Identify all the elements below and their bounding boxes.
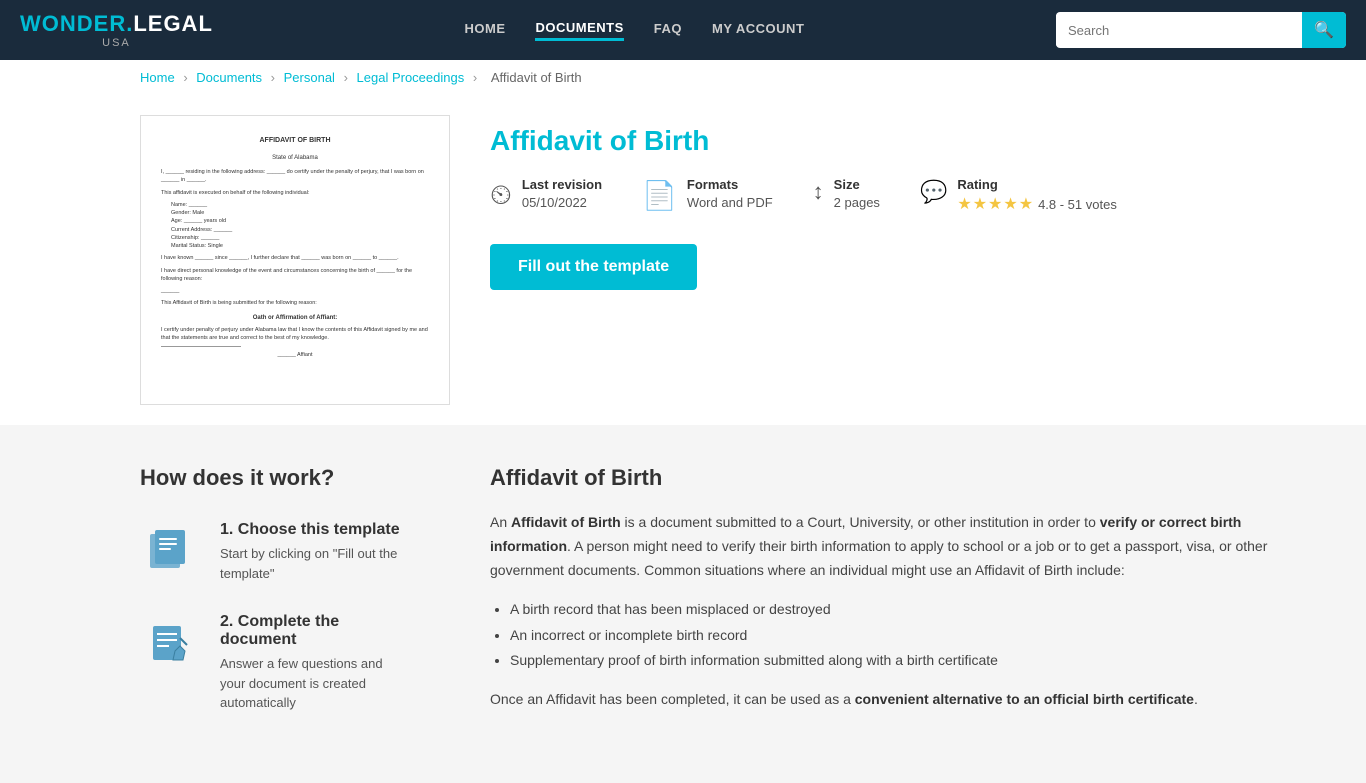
rating-value: 4.8 - 51 votes — [1038, 197, 1117, 212]
logo[interactable]: WONDER.LEGAL USA — [20, 11, 213, 49]
star-2: ★ — [973, 194, 987, 214]
header: WONDER.LEGAL USA HOME DOCUMENTS FAQ MY A… — [0, 0, 1366, 60]
doc-preview-title: AFFIDAVIT OF BIRTH — [161, 136, 429, 146]
star-3: ★ — [988, 194, 1002, 214]
step-2-desc: Answer a few questions and your document… — [220, 654, 410, 713]
search-button[interactable]: 🔍 — [1302, 12, 1346, 48]
meta-size-value: 2 pages — [834, 195, 880, 210]
product-info: Affidavit of Birth ⏲ Last revision 05/10… — [490, 115, 1226, 405]
how-it-works-title: How does it work? — [140, 465, 410, 491]
logo-wonder: WONDER. — [20, 11, 133, 36]
nav-documents[interactable]: DOCUMENTS — [535, 20, 623, 41]
meta-size: ↕ Size 2 pages — [813, 177, 880, 210]
product-section: AFFIDAVIT OF BIRTH State of Alabama I, _… — [0, 95, 1366, 425]
breadcrumb-personal[interactable]: Personal — [284, 70, 335, 85]
logo-text: WONDER.LEGAL — [20, 11, 213, 37]
nav-home[interactable]: HOME — [464, 21, 505, 39]
rating-icon: 💬 — [920, 179, 947, 205]
star-5: ★ — [1019, 194, 1033, 214]
star-1: ★ — [957, 194, 971, 214]
bullet-3: Supplementary proof of birth information… — [510, 648, 1306, 673]
step-2-content: 2. Complete the document Answer a few qu… — [220, 613, 410, 713]
breadcrumb-documents[interactable]: Documents — [196, 70, 262, 85]
bullet-list: A birth record that has been misplaced o… — [510, 597, 1306, 673]
breadcrumb-sep2: › — [271, 70, 275, 85]
fill-template-button[interactable]: Fill out the template — [490, 244, 697, 290]
search-bar: 🔍 — [1056, 12, 1346, 48]
bullet-2: An incorrect or incomplete birth record — [510, 623, 1306, 648]
meta-size-label: Size — [834, 177, 880, 192]
breadcrumb-legal-proceedings[interactable]: Legal Proceedings — [357, 70, 465, 85]
step-1-content: 1. Choose this template Start by clickin… — [220, 521, 410, 583]
nav-faq[interactable]: FAQ — [654, 21, 682, 39]
meta-formats-value: Word and PDF — [687, 195, 773, 210]
bottom-section: How does it work? 1. Choose this templat… — [0, 425, 1366, 783]
meta-formats: 📄 Formats Word and PDF — [642, 177, 773, 212]
step-2-title: 2. Complete the document — [220, 613, 410, 649]
clock-icon: ⏲ — [490, 179, 512, 212]
step-1-icon — [140, 521, 200, 581]
step-1: 1. Choose this template Start by clickin… — [140, 521, 410, 583]
meta-rating-label: Rating — [957, 177, 1117, 192]
alternative-bold: convenient alternative to an official bi… — [855, 691, 1194, 707]
resize-icon: ↕ — [813, 179, 824, 205]
product-title: Affidavit of Birth — [490, 125, 1226, 157]
bullet-1: A birth record that has been misplaced o… — [510, 597, 1306, 622]
description-intro: An Affidavit of Birth is a document subm… — [490, 511, 1306, 582]
meta-row: ⏲ Last revision 05/10/2022 📄 Formats Wor… — [490, 177, 1226, 214]
document-preview: AFFIDAVIT OF BIRTH State of Alabama I, _… — [140, 115, 450, 405]
logo-subtext: USA — [102, 37, 131, 49]
breadcrumb-home[interactable]: Home — [140, 70, 175, 85]
meta-formats-label: Formats — [687, 177, 773, 192]
meta-revision: ⏲ Last revision 05/10/2022 — [490, 177, 602, 212]
description-title: Affidavit of Birth — [490, 465, 1306, 491]
breadcrumb: Home › Documents › Personal › Legal Proc… — [0, 60, 1366, 95]
how-it-works: How does it work? 1. Choose this templat… — [0, 425, 450, 783]
document-icon: 📄 — [642, 179, 677, 212]
meta-revision-label: Last revision — [522, 177, 602, 192]
breadcrumb-sep4: › — [473, 70, 477, 85]
step-1-title: 1. Choose this template — [220, 521, 410, 539]
star-4: ★ — [1003, 194, 1017, 214]
main-nav: HOME DOCUMENTS FAQ MY ACCOUNT — [464, 20, 804, 41]
meta-revision-value: 05/10/2022 — [522, 195, 587, 210]
breadcrumb-current: Affidavit of Birth — [491, 70, 582, 85]
step-2-icon — [140, 613, 200, 673]
stars: ★ ★ ★ ★ ★ — [957, 194, 1033, 214]
description-section: Affidavit of Birth An Affidavit of Birth… — [450, 425, 1366, 783]
affidavit-bold: Affidavit of Birth — [511, 514, 621, 530]
breadcrumb-sep1: › — [183, 70, 187, 85]
step-2: 2. Complete the document Answer a few qu… — [140, 613, 410, 713]
meta-rating: 💬 Rating ★ ★ ★ ★ ★ 4.8 - 51 votes — [920, 177, 1117, 214]
nav-my-account[interactable]: MY ACCOUNT — [712, 21, 804, 39]
doc-preview-body: I, ______ residing in the following addr… — [161, 168, 429, 359]
breadcrumb-sep3: › — [344, 70, 348, 85]
logo-legal: LEGAL — [133, 11, 213, 36]
description-outro: Once an Affidavit has been completed, it… — [490, 688, 1306, 712]
step-1-desc: Start by clicking on "Fill out the templ… — [220, 544, 410, 583]
search-input[interactable] — [1056, 15, 1302, 46]
doc-preview-state: State of Alabama — [161, 154, 429, 162]
